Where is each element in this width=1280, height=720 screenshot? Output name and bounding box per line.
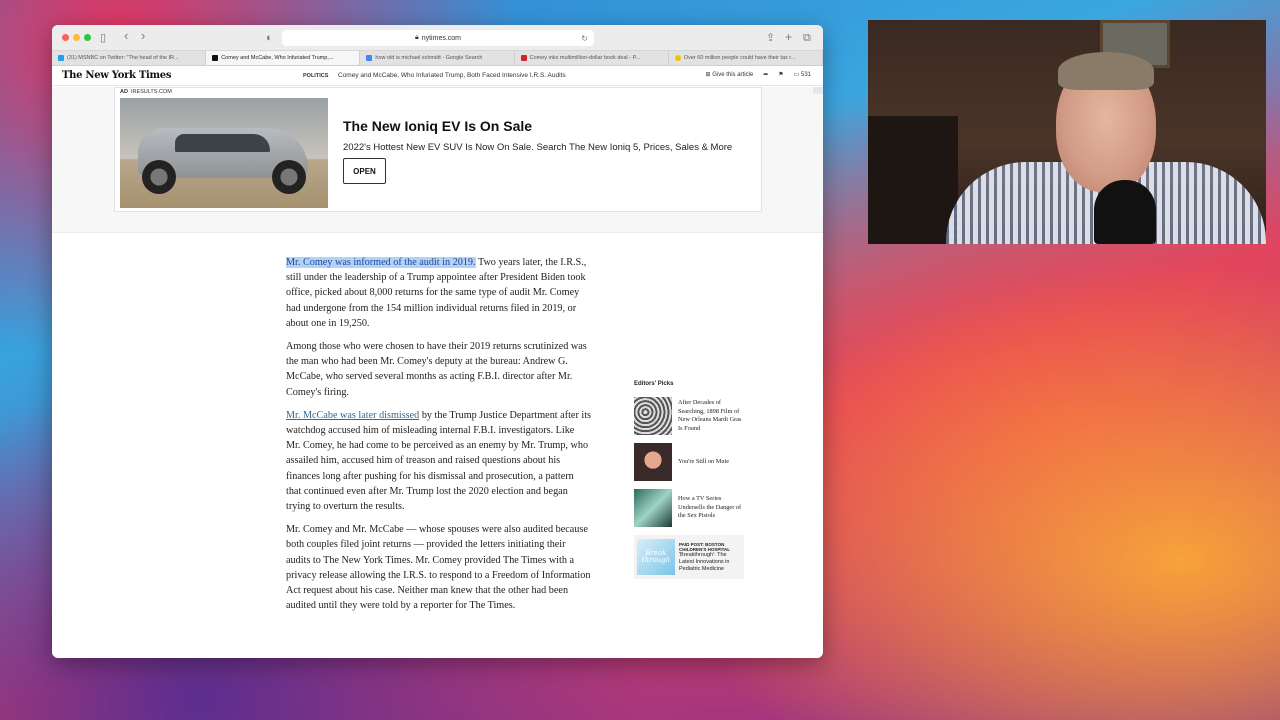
adchoices-icon[interactable] bbox=[813, 87, 823, 94]
shield-icon[interactable]: ◐ bbox=[266, 31, 273, 45]
webcam-overlay bbox=[868, 20, 1266, 244]
share-icon[interactable]: ⇪ bbox=[766, 31, 775, 45]
pick-headline[interactable]: After Decades of Searching, 1898 Film of… bbox=[678, 399, 744, 433]
tab-google[interactable]: how old is michael schmidt - Google Sear… bbox=[360, 51, 515, 65]
nyt-icon bbox=[212, 55, 219, 61]
news-icon bbox=[674, 55, 681, 61]
header-actions: ⊞ Give this article ➦ ⚑ ▭ 531 bbox=[706, 71, 812, 78]
sidebar-toggle-icon[interactable]: ▯ bbox=[100, 31, 106, 45]
ad-domain: IRESULTS.COM bbox=[130, 89, 172, 95]
article-body: Mr. Comey was informed of the audit in 2… bbox=[286, 255, 591, 621]
paid-post[interactable]: Break through PAID POST: BOSTON CHILDREN… bbox=[634, 535, 744, 579]
car-wheel bbox=[142, 160, 176, 194]
tab-label: (31) MSNBC on Twitter: "The head of the … bbox=[67, 55, 179, 61]
tab-label: Comey and McCabe, Who Infuriated Trump,.… bbox=[221, 55, 334, 61]
pick-thumbnail[interactable] bbox=[634, 443, 672, 481]
tab-politico[interactable]: Comey inks multimillion-dollar book deal… bbox=[515, 51, 669, 65]
section-label[interactable]: POLITICS bbox=[303, 73, 328, 79]
minimize-button[interactable] bbox=[73, 34, 80, 41]
background-shelf bbox=[868, 116, 958, 244]
new-tab-icon[interactable]: + bbox=[785, 30, 792, 44]
ad-car-image[interactable] bbox=[120, 98, 328, 208]
comment-count: 531 bbox=[800, 72, 811, 78]
tab-label: Over 60 million people could have their … bbox=[683, 55, 796, 61]
browser-window: ▯ ‹ › ◐ 🔒︎ nytimes.com ↻ ⇪ + ⧉ (31) MSNB… bbox=[52, 25, 823, 658]
presenter-hair bbox=[1058, 52, 1154, 90]
browser-toolbar: ▯ ‹ › ◐ 🔒︎ nytimes.com ↻ ⇪ + ⧉ bbox=[52, 25, 823, 51]
article-paragraph: Mr. Comey and Mr. McCabe — whose spouses… bbox=[286, 524, 591, 612]
car-window bbox=[175, 134, 270, 152]
car-wheel bbox=[272, 160, 306, 194]
comments-button[interactable]: ▭ 531 bbox=[794, 71, 811, 78]
close-button[interactable] bbox=[62, 34, 69, 41]
mccabe-dismissed-link[interactable]: Mr. McCabe was later dismissed bbox=[286, 410, 419, 421]
tab-label: how old is michael schmidt - Google Sear… bbox=[375, 55, 483, 61]
ad-open-button[interactable]: OPEN bbox=[343, 158, 386, 184]
window-controls bbox=[62, 34, 91, 41]
article-paragraph: Mr. McCabe was later dismissed by the Tr… bbox=[286, 408, 591, 514]
share-arrow-icon[interactable]: ➦ bbox=[763, 71, 768, 78]
twitter-icon bbox=[58, 55, 64, 61]
politico-icon bbox=[520, 55, 527, 61]
forward-icon[interactable]: › bbox=[141, 29, 145, 43]
pick-thumbnail[interactable] bbox=[634, 489, 672, 527]
comment-icon: ▭ bbox=[793, 72, 800, 78]
pick-item[interactable]: After Decades of Searching, 1898 Film of… bbox=[634, 397, 744, 435]
nyt-logo[interactable]: The New York Times bbox=[62, 70, 171, 81]
lock-icon: 🔒︎ bbox=[414, 34, 419, 41]
ad-banner[interactable]: AD IRESULTS.COM The New Ioniq EV Is On Sa… bbox=[114, 87, 762, 212]
tab-tax[interactable]: Over 60 million people could have their … bbox=[669, 51, 823, 65]
paid-post-thumbnail[interactable]: Break through bbox=[637, 539, 675, 575]
tab-bar: (31) MSNBC on Twitter: "The head of the … bbox=[52, 51, 823, 66]
address-bar[interactable]: 🔒︎ nytimes.com ↻ bbox=[282, 30, 594, 46]
bookmark-icon[interactable]: ⚑ bbox=[778, 71, 783, 78]
article-paragraph: Among those who were chosen to have thei… bbox=[286, 341, 587, 398]
ad-label: AD IRESULTS.COM bbox=[120, 89, 172, 95]
tab-overview-icon[interactable]: ⧉ bbox=[803, 31, 811, 45]
ad-zone: AD IRESULTS.COM The New Ioniq EV Is On Sa… bbox=[52, 87, 823, 233]
pick-headline[interactable]: You're Still on Mute bbox=[678, 458, 729, 467]
page-content: AD IRESULTS.COM The New Ioniq EV Is On Sa… bbox=[52, 87, 823, 658]
reload-icon[interactable]: ↻ bbox=[581, 34, 588, 43]
header-headline: Comey and McCabe, Who Infuriated Trump, … bbox=[338, 72, 566, 79]
selected-text[interactable]: Mr. Comey was informed of the audit in 2… bbox=[286, 257, 476, 268]
paid-post-label: PAID POST: BOSTON CHILDREN'S HOSPITAL bbox=[679, 541, 730, 552]
give-article-label: Give this article bbox=[712, 72, 754, 78]
ad-badge: AD bbox=[120, 89, 128, 95]
google-icon bbox=[366, 55, 373, 61]
tab-label: Comey inks multimillion-dollar book deal… bbox=[529, 55, 641, 61]
ad-title[interactable]: The New Ioniq EV Is On Sale bbox=[343, 118, 532, 134]
pick-thumbnail[interactable] bbox=[634, 397, 672, 435]
paid-post-headline[interactable]: 'Breakthrough': The Latest Innovations i… bbox=[679, 552, 741, 573]
tab-nyt[interactable]: Comey and McCabe, Who Infuriated Trump,.… bbox=[206, 51, 361, 65]
nyt-header: The New York Times POLITICS Comey and Mc… bbox=[52, 66, 823, 86]
pick-item[interactable]: How a TV Series Undersells the Danger of… bbox=[634, 489, 744, 527]
zoom-button[interactable] bbox=[84, 34, 91, 41]
microphone bbox=[1094, 180, 1156, 244]
pick-headline[interactable]: How a TV Series Undersells the Danger of… bbox=[678, 495, 744, 521]
paragraph-text: by the Trump Justice Department after it… bbox=[286, 409, 592, 513]
editors-picks-title: Editors' Picks bbox=[634, 381, 674, 387]
url-text: nytimes.com bbox=[421, 34, 462, 42]
tab-msnbc[interactable]: (31) MSNBC on Twitter: "The head of the … bbox=[52, 51, 207, 65]
editors-picks: Editors' Picks After Decades of Searchin… bbox=[634, 381, 744, 579]
ad-subtitle: 2022's Hottest New EV SUV Is Now On Sale… bbox=[343, 142, 733, 153]
back-icon[interactable]: ‹ bbox=[124, 29, 128, 43]
pick-item[interactable]: You're Still on Mute bbox=[634, 443, 744, 481]
gift-icon: ⊞ bbox=[705, 72, 711, 78]
article-paragraph: Mr. Comey was informed of the audit in 2… bbox=[286, 255, 591, 331]
give-article-button[interactable]: ⊞ Give this article bbox=[706, 71, 754, 78]
